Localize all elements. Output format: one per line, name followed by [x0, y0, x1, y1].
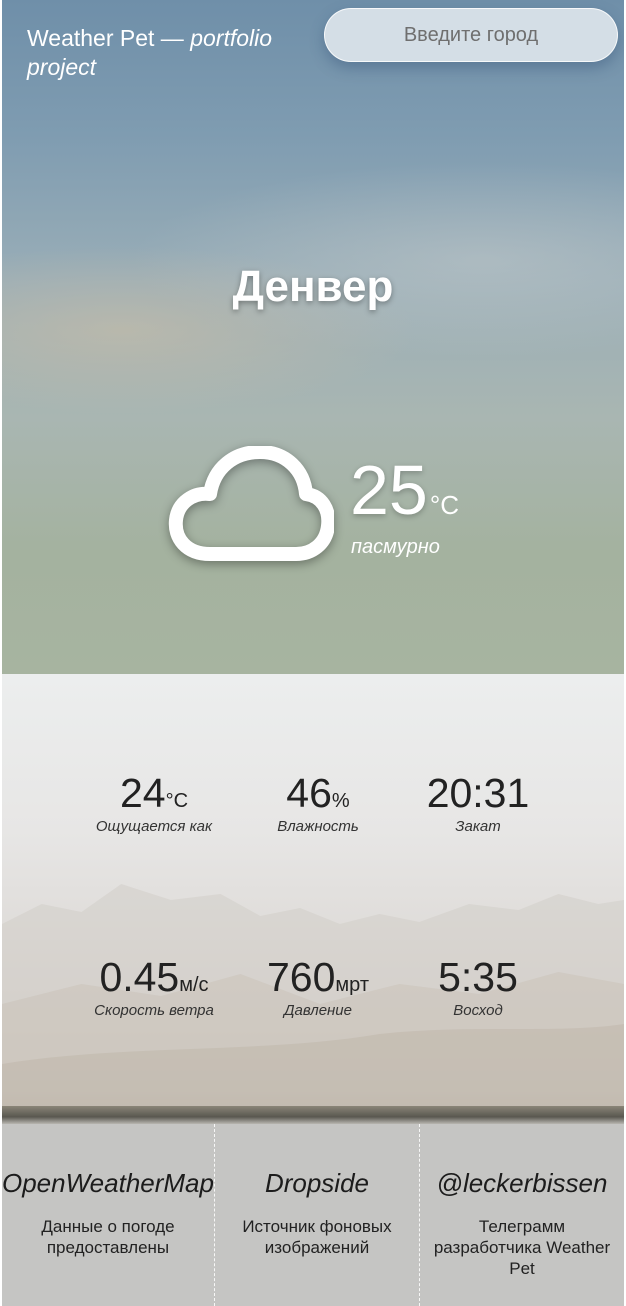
stat-unit: °C — [165, 790, 189, 812]
stat-unit: м/с — [179, 974, 209, 996]
current-temperature: 25°C — [350, 452, 459, 528]
footer-description: Источник фоновых изображений — [242, 1217, 392, 1257]
footer-link-telegram[interactable]: @leckerbissen — [420, 1168, 624, 1199]
stat-label: Влажность — [277, 818, 359, 835]
hero-section: Weather Pet — portfolio project Денвер 2… — [2, 0, 624, 674]
stat-wind-speed: 0.45м/с Скорость ветра — [64, 954, 244, 1019]
footer-dropside[interactable]: Dropside Источник фоновых изображений — [213, 1124, 419, 1306]
weather-condition: пасмурно — [351, 536, 440, 558]
stat-unit: % — [331, 790, 350, 812]
temperature-unit: °C — [429, 490, 460, 520]
details-section: 24°C Ощущается как 46% Влажность 20:31 З… — [2, 674, 624, 1124]
stat-pressure: 760мрт Давление — [228, 954, 408, 1019]
footer-telegram[interactable]: @leckerbissen Телеграмм разработчика Wea… — [419, 1124, 624, 1306]
divider-strip — [2, 1106, 624, 1124]
footer: OpenWeatherMap Данные о погоде предостав… — [2, 1124, 624, 1306]
stat-label: Давление — [284, 1002, 352, 1019]
stat-value: 760 — [266, 954, 336, 1000]
stat-humidity: 46% Влажность — [228, 770, 408, 835]
stat-label: Ощущается как — [95, 818, 213, 835]
stat-label: Скорость ветра — [94, 1002, 214, 1019]
brand-title: Weather Pet — portfolio project — [27, 24, 317, 82]
stat-value: 0.45 — [99, 954, 180, 1000]
stat-value: 24 — [119, 770, 166, 816]
brand-name: Weather Pet — [27, 25, 155, 51]
stat-label: Закат — [455, 818, 501, 835]
stat-value: 20:31 — [426, 770, 530, 816]
weather-page: Weather Pet — portfolio project Денвер 2… — [0, 0, 626, 1306]
footer-openweathermap[interactable]: OpenWeatherMap Данные о погоде предостав… — [2, 1124, 214, 1306]
stat-label: Восход — [453, 1002, 503, 1019]
footer-description: Данные о погоде предоставлены — [41, 1217, 175, 1257]
cloud-icon — [168, 446, 334, 561]
stat-value: 46 — [286, 770, 332, 816]
city-search-input[interactable] — [324, 8, 618, 62]
footer-description: Телеграмм разработчика Weather Pet — [433, 1217, 611, 1278]
footer-link-dropside[interactable]: Dropside — [215, 1168, 419, 1199]
stat-unit: мрт — [335, 974, 369, 996]
temperature-value: 25 — [350, 451, 428, 529]
city-name: Денвер — [232, 262, 394, 311]
footer-link-openweathermap[interactable]: OpenWeatherMap — [2, 1168, 214, 1199]
stat-sunset: 20:31 Закат — [388, 770, 568, 835]
stat-feels-like: 24°C Ощущается как — [64, 770, 244, 835]
brand-dash: — — [154, 25, 191, 51]
stat-sunrise: 5:35 Восход — [388, 954, 568, 1019]
stat-value: 5:35 — [438, 954, 518, 1000]
